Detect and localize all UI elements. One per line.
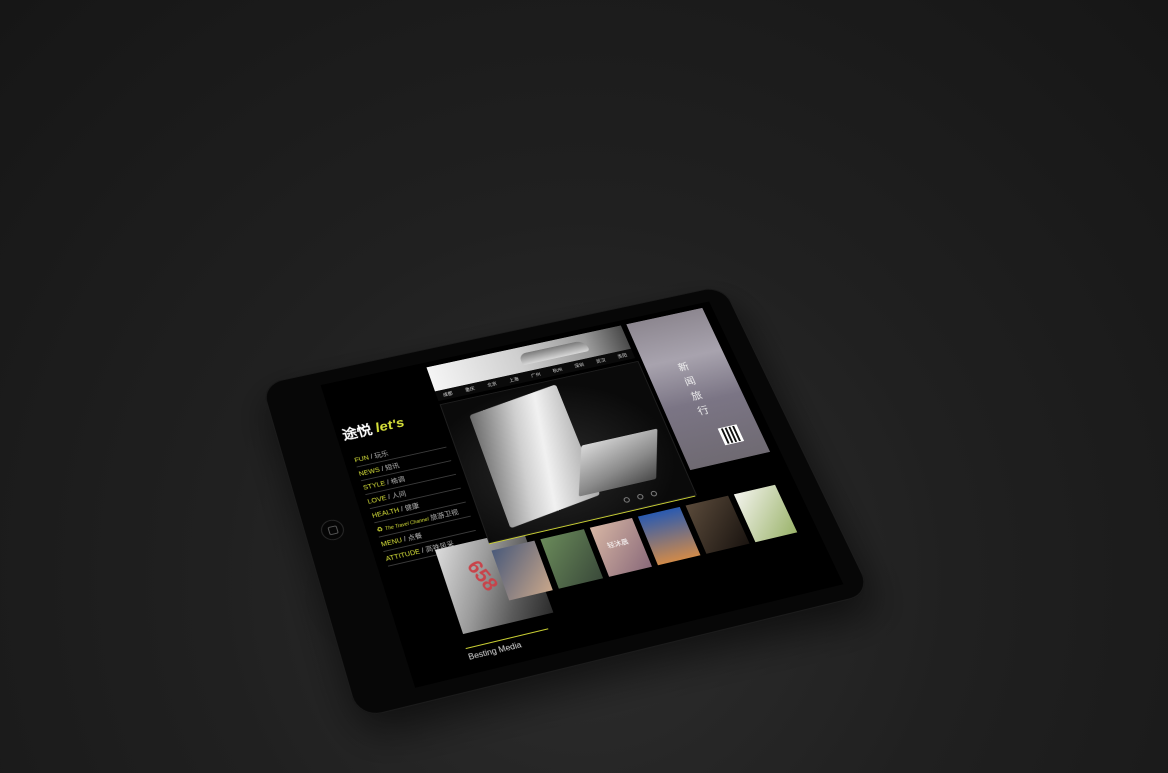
carousel-dot[interactable] (636, 493, 645, 501)
carousel-dot[interactable] (622, 496, 631, 504)
footer-brand: Besting Media (465, 628, 553, 662)
logo-en: let's (373, 415, 407, 436)
recycle-icon: ♻ (375, 526, 385, 534)
logo-cn: 途悦 (340, 422, 375, 443)
poster-title: 新闻旅行 (676, 361, 711, 417)
city-nav-item[interactable]: 上海 (508, 376, 519, 383)
qr-code-icon (717, 424, 745, 446)
city-nav-item[interactable]: 广州 (530, 371, 541, 379)
city-nav-item[interactable]: 深圳 (573, 361, 585, 369)
carousel-dot[interactable] (649, 490, 658, 497)
city-nav-item[interactable]: 武汉 (595, 357, 606, 364)
carousel-dots (622, 490, 658, 504)
home-button-icon[interactable] (318, 517, 347, 543)
tablet-device: 途悦let's FUN / 玩乐 NEWS / 短讯 STYLE / 格调 LO… (261, 285, 873, 719)
city-nav-item[interactable]: 重庆 (464, 385, 475, 393)
city-nav-item[interactable]: 杭州 (552, 366, 563, 374)
site-logo[interactable]: 途悦let's (340, 413, 407, 444)
city-nav-item[interactable]: 贵阳 (616, 352, 628, 360)
laptop-base (578, 428, 658, 497)
city-nav-item[interactable]: 北京 (486, 380, 497, 388)
stage: 途悦let's FUN / 玩乐 NEWS / 短讯 STYLE / 格调 LO… (0, 0, 1168, 773)
city-nav-item[interactable]: 成都 (442, 390, 453, 398)
tablet-screen: 途悦let's FUN / 玩乐 NEWS / 短讯 STYLE / 格调 LO… (320, 301, 844, 688)
